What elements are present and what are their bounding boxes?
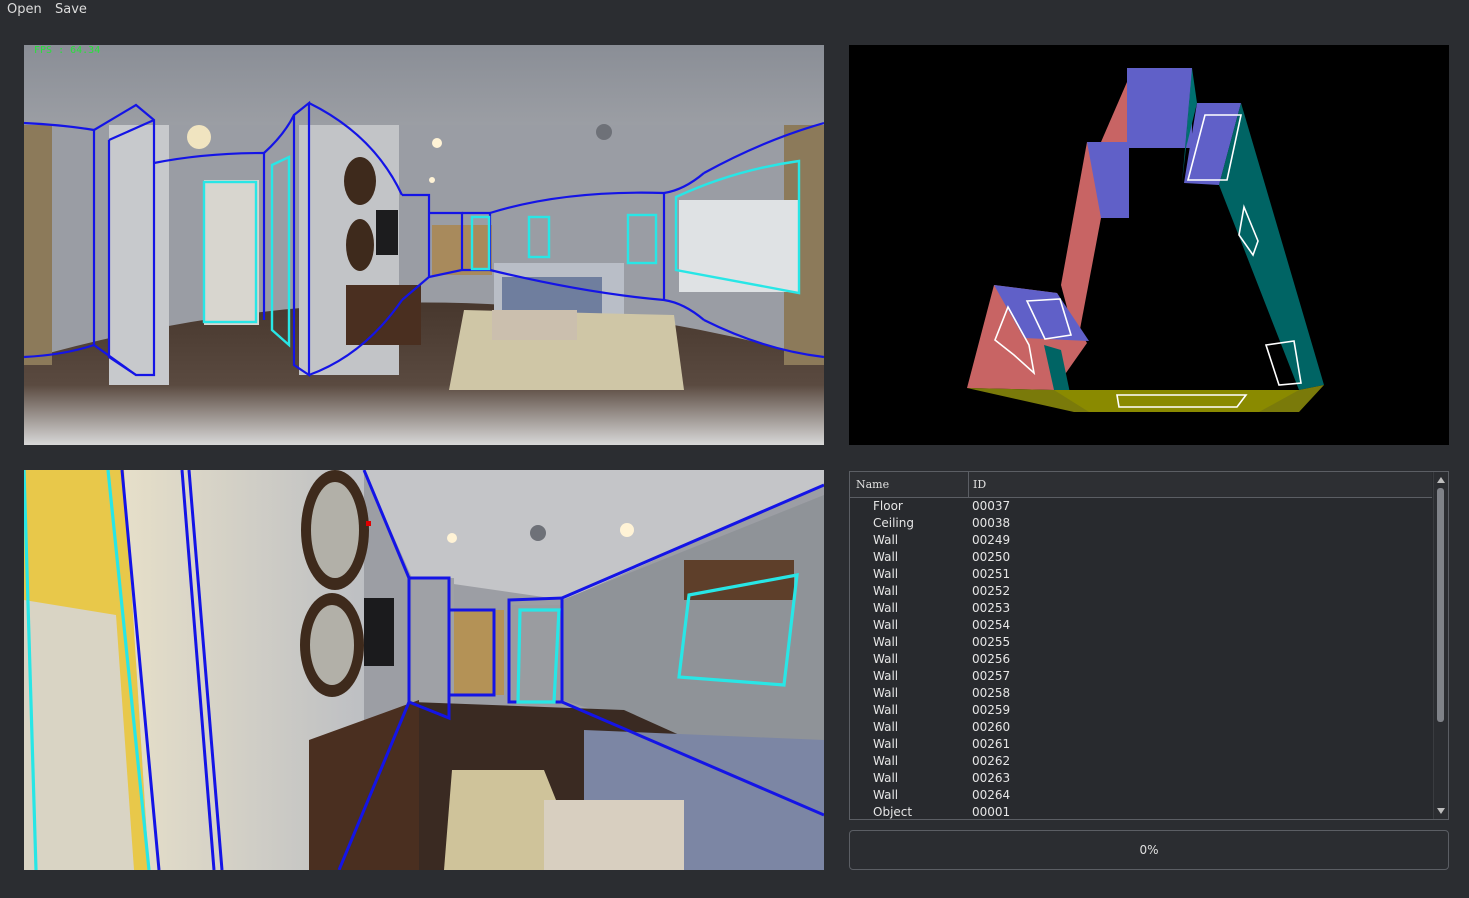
table-row[interactable]: Floor 00037 bbox=[850, 498, 1432, 515]
row-id: 00037 bbox=[972, 499, 1011, 513]
table-header: Name ID bbox=[850, 472, 1432, 498]
scroll-thumb[interactable] bbox=[1437, 488, 1444, 722]
table-scrollbar[interactable] bbox=[1433, 472, 1448, 819]
row-name: Object bbox=[873, 805, 913, 819]
element-table[interactable]: Name ID Floor 00037 Ceiling 00038 Wall 00249 W… bbox=[849, 471, 1449, 820]
row-name: Wall bbox=[873, 720, 899, 734]
layout-3d-view[interactable] bbox=[849, 45, 1449, 445]
table-row[interactable]: Wall 00258 bbox=[850, 685, 1432, 702]
scroll-down-arrow-icon[interactable] bbox=[1437, 808, 1445, 814]
row-id: 00038 bbox=[972, 516, 1011, 530]
menu-bar: Open Save bbox=[0, 0, 1469, 22]
row-name: Wall bbox=[873, 635, 899, 649]
row-id: 00258 bbox=[972, 686, 1011, 700]
table-row[interactable]: Wall 00252 bbox=[850, 583, 1432, 600]
column-header-id[interactable]: ID bbox=[973, 478, 986, 491]
row-name: Wall bbox=[873, 788, 899, 802]
row-name: Wall bbox=[873, 550, 899, 564]
progress-label: 0% bbox=[1139, 843, 1159, 857]
row-name: Floor bbox=[873, 499, 903, 513]
row-name: Wall bbox=[873, 584, 899, 598]
table-row[interactable]: Wall 00251 bbox=[850, 566, 1432, 583]
table-row[interactable]: Wall 00250 bbox=[850, 549, 1432, 566]
row-name: Wall bbox=[873, 771, 899, 785]
layout-3d-model bbox=[967, 68, 1324, 412]
table-row[interactable]: Wall 00262 bbox=[850, 753, 1432, 770]
row-name: Wall bbox=[873, 669, 899, 683]
perspective-image bbox=[24, 470, 824, 870]
table-row[interactable]: Wall 00254 bbox=[850, 617, 1432, 634]
row-id: 00257 bbox=[972, 669, 1011, 683]
table-row[interactable]: Wall 00259 bbox=[850, 702, 1432, 719]
panorama-image bbox=[24, 45, 824, 445]
row-id: 00255 bbox=[972, 635, 1011, 649]
row-name: Wall bbox=[873, 533, 899, 547]
table-row[interactable]: Wall 00261 bbox=[850, 736, 1432, 753]
row-id: 00262 bbox=[972, 754, 1011, 768]
row-name: Wall bbox=[873, 601, 899, 615]
row-name: Wall bbox=[873, 737, 899, 751]
table-row[interactable]: Wall 00260 bbox=[850, 719, 1432, 736]
table-row[interactable]: Wall 00253 bbox=[850, 600, 1432, 617]
column-separator[interactable] bbox=[968, 472, 969, 497]
table-row[interactable]: Wall 00255 bbox=[850, 634, 1432, 651]
table-body: Floor 00037 Ceiling 00038 Wall 00249 Wall 00250… bbox=[850, 498, 1432, 819]
row-id: 00264 bbox=[972, 788, 1011, 802]
perspective-view[interactable] bbox=[24, 470, 824, 870]
row-id: 00253 bbox=[972, 601, 1011, 615]
row-id: 00251 bbox=[972, 567, 1011, 581]
row-id: 00256 bbox=[972, 652, 1011, 666]
table-row[interactable]: Wall 00264 bbox=[850, 787, 1432, 804]
panorama-view[interactable]: FPS : 64.34 bbox=[24, 45, 824, 445]
row-name: Wall bbox=[873, 618, 899, 632]
table-row[interactable]: Wall 00256 bbox=[850, 651, 1432, 668]
fps-readout: FPS : 64.34 bbox=[34, 45, 101, 56]
row-id: 00250 bbox=[972, 550, 1011, 564]
row-name: Wall bbox=[873, 652, 899, 666]
cursor-marker bbox=[366, 521, 371, 526]
progress-bar: 0% bbox=[849, 830, 1449, 870]
row-id: 00263 bbox=[972, 771, 1011, 785]
scroll-up-arrow-icon[interactable] bbox=[1437, 477, 1445, 483]
table-row[interactable]: Object 00001 bbox=[850, 804, 1432, 819]
row-id: 00261 bbox=[972, 737, 1011, 751]
row-id: 00254 bbox=[972, 618, 1011, 632]
row-name: Wall bbox=[873, 686, 899, 700]
table-row[interactable]: Ceiling 00038 bbox=[850, 515, 1432, 532]
row-id: 00260 bbox=[972, 720, 1011, 734]
row-name: Ceiling bbox=[873, 516, 914, 530]
menu-save[interactable]: Save bbox=[55, 2, 87, 17]
row-name: Wall bbox=[873, 567, 899, 581]
table-row[interactable]: Wall 00263 bbox=[850, 770, 1432, 787]
menu-open[interactable]: Open bbox=[7, 2, 42, 17]
row-id: 00249 bbox=[972, 533, 1011, 547]
row-name: Wall bbox=[873, 703, 899, 717]
table-row[interactable]: Wall 00249 bbox=[850, 532, 1432, 549]
row-id: 00259 bbox=[972, 703, 1011, 717]
column-header-name[interactable]: Name bbox=[856, 478, 889, 491]
table-row[interactable]: Wall 00257 bbox=[850, 668, 1432, 685]
row-id: 00252 bbox=[972, 584, 1011, 598]
row-id: 00001 bbox=[972, 805, 1011, 819]
row-name: Wall bbox=[873, 754, 899, 768]
